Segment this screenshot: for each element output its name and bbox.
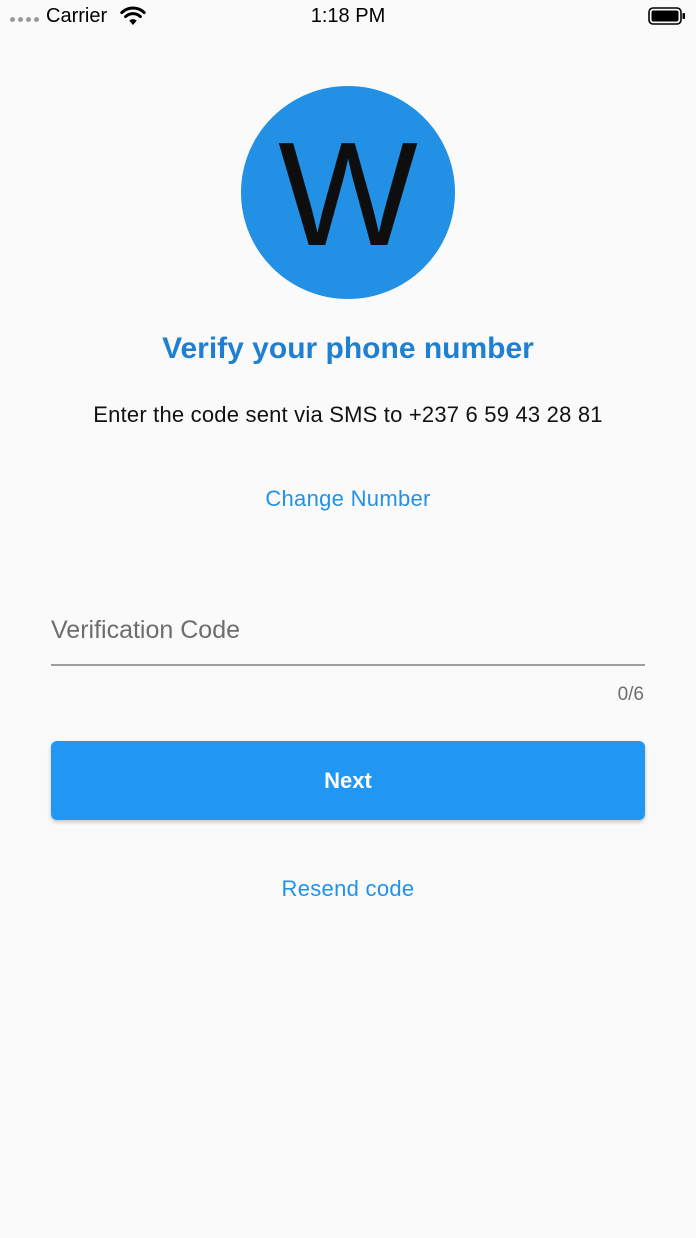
next-button[interactable]: Next	[51, 741, 645, 820]
app-logo: W	[241, 86, 455, 299]
character-counter: 0/6	[617, 684, 644, 705]
verification-code-input[interactable]	[51, 596, 645, 666]
page-title: Verify your phone number	[162, 332, 534, 365]
status-time: 1:18 PM	[310, 5, 386, 27]
logo-letter: W	[278, 111, 418, 277]
change-number-link[interactable]: Change Number	[0, 486, 696, 512]
resend-code-link[interactable]: Resend code	[0, 876, 696, 902]
sms-instruction-text: Enter the code sent via SMS to +237 6 59…	[93, 402, 603, 427]
battery-icon	[648, 7, 685, 25]
status-bar: Carrier 1:18 PM	[0, 0, 696, 34]
